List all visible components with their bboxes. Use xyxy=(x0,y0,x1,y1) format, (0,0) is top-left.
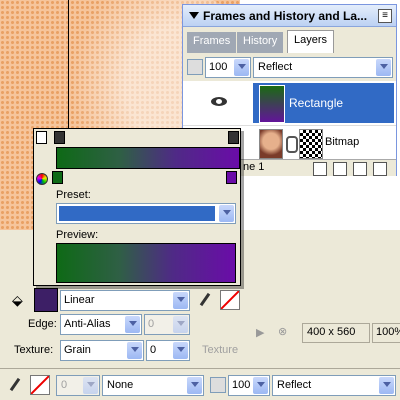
eye-icon[interactable] xyxy=(211,97,227,106)
trash-icon[interactable] xyxy=(373,162,387,176)
panel-title-bar[interactable]: Frames and History and La... xyxy=(183,5,396,27)
opacity-dropdown[interactable]: 100 xyxy=(205,57,251,78)
layer-name: Rectangle xyxy=(289,96,344,110)
guide-line[interactable] xyxy=(68,0,69,140)
edge-dropdown[interactable]: Anti-Alias xyxy=(60,314,142,335)
edge-value: Anti-Alias xyxy=(64,318,111,330)
chevron-down-icon xyxy=(187,377,202,394)
gradient-preview xyxy=(56,243,236,283)
gradient-stop-left[interactable] xyxy=(36,131,47,144)
texture-amount-value: 0 xyxy=(150,344,157,356)
zoom-value: 100% xyxy=(376,326,400,338)
preset-selection xyxy=(59,206,215,221)
stroke-type-value: None xyxy=(107,379,134,391)
document-size[interactable]: 400 x 560 xyxy=(302,323,370,343)
new-sublayer-icon[interactable] xyxy=(313,162,327,176)
texture-value: Grain xyxy=(64,344,91,356)
preset-dropdown[interactable] xyxy=(56,203,236,224)
tab-history[interactable]: History xyxy=(237,32,284,54)
blend-mode-value: Reflect xyxy=(277,379,312,391)
edge-label: Edge: xyxy=(28,318,57,330)
stroke-width-value: 0 xyxy=(61,379,68,391)
chevron-down-icon xyxy=(173,342,188,359)
gradient-editor-popup: Preset: Preview: xyxy=(33,128,241,286)
opacity-dropdown[interactable]: 100 xyxy=(228,375,270,396)
tab-frames[interactable]: Frames xyxy=(187,32,237,54)
texture-dropdown[interactable]: Grain xyxy=(60,340,144,361)
tab-layers[interactable]: Layers xyxy=(287,30,335,55)
document-size-value: 400 x 560 xyxy=(307,326,356,338)
stroke-width-stepper: 0 xyxy=(56,375,100,396)
layer-name: Bitmap xyxy=(325,136,360,148)
paint-bucket-icon[interactable]: ⬙ xyxy=(12,292,23,309)
chevron-down-icon xyxy=(219,205,234,222)
texture-label: Texture: xyxy=(14,344,54,356)
pencil-icon[interactable] xyxy=(9,377,21,392)
bottom-properties-bar: 0 None 100 Reflect xyxy=(0,368,400,400)
chevron-down-icon xyxy=(173,292,188,309)
fill-type-dropdown[interactable]: Linear xyxy=(60,290,190,311)
chevron-down-icon xyxy=(125,316,140,333)
chevron-down-icon xyxy=(376,59,391,76)
opacity-icon xyxy=(187,59,203,75)
chevron-down-icon xyxy=(173,316,188,333)
chevron-down-icon xyxy=(234,59,249,76)
status-bar: ▶ ⊗ 400 x 560 100% xyxy=(240,320,400,344)
new-layer-icon[interactable] xyxy=(333,162,347,176)
zoom-level[interactable]: 100% xyxy=(372,323,400,343)
color-wheel-icon[interactable] xyxy=(36,173,48,185)
chevron-down-icon xyxy=(379,377,394,394)
texture-right-label: Texture xyxy=(202,344,239,356)
gradient-stop-marker[interactable] xyxy=(228,131,239,144)
blend-mode-value: Reflect xyxy=(258,61,293,73)
layer-row-rectangle[interactable]: Rectangle xyxy=(183,81,396,125)
chevron-down-icon xyxy=(127,342,142,359)
stroke-color-swatch[interactable] xyxy=(220,290,240,310)
preset-label: Preset: xyxy=(56,189,91,201)
layer-controls: 100 Reflect xyxy=(183,53,396,81)
edge-amount-value: 0 xyxy=(148,318,155,330)
stop-icon[interactable]: ⊗ xyxy=(278,325,287,338)
gradient-stop-marker[interactable] xyxy=(54,131,65,144)
duplicate-layer-icon[interactable] xyxy=(353,162,367,176)
chevron-down-icon xyxy=(83,377,98,394)
texture-amount-stepper[interactable]: 0 xyxy=(146,340,190,361)
opacity-value: 100 xyxy=(232,379,251,391)
layer-thumbnail xyxy=(259,129,283,159)
panel-options-icon[interactable]: ≡ xyxy=(378,9,392,23)
layer-thumbnail xyxy=(259,85,285,123)
blend-mode-dropdown[interactable]: Reflect xyxy=(253,57,393,78)
stroke-color-swatch[interactable] xyxy=(30,375,50,395)
preview-label: Preview: xyxy=(56,229,99,241)
play-icon[interactable]: ▶ xyxy=(256,326,264,339)
edge-amount-stepper: 0 xyxy=(144,314,190,335)
color-stop-start[interactable] xyxy=(52,171,63,184)
chevron-down-icon xyxy=(253,377,268,394)
pencil-icon[interactable] xyxy=(199,292,211,307)
blend-mode-dropdown[interactable]: Reflect xyxy=(272,375,396,396)
opacity-icon xyxy=(210,377,226,393)
gradient-ramp[interactable] xyxy=(56,147,240,169)
link-icon[interactable] xyxy=(286,136,298,153)
panel-title: Frames and History and La... xyxy=(203,9,368,23)
fill-color-swatch[interactable] xyxy=(34,288,58,312)
opacity-value: 100 xyxy=(209,61,228,73)
collapse-triangle-icon[interactable] xyxy=(189,12,199,19)
frame-label: ne 1 xyxy=(243,161,265,173)
stroke-type-dropdown[interactable]: None xyxy=(102,375,204,396)
panel-tabs: Frames History Layers xyxy=(183,29,396,55)
fill-type-value: Linear xyxy=(64,294,95,306)
mask-thumbnail xyxy=(299,129,323,159)
color-stop-end[interactable] xyxy=(226,171,237,184)
